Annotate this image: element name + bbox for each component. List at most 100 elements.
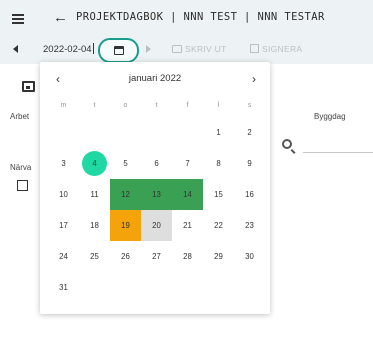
weekday-header: t — [93, 102, 96, 109]
calendar-day-number: 31 — [59, 283, 68, 292]
byggdag-label: Byggdag — [314, 112, 346, 121]
calendar-day[interactable]: 21 — [172, 210, 203, 241]
print-button[interactable]: SKRIV UT — [172, 44, 227, 54]
sign-icon — [250, 44, 259, 53]
calendar-month-label: januari 2022 — [128, 73, 182, 84]
arbete-label: Arbet — [10, 112, 30, 121]
calendar-day-number: 28 — [183, 252, 192, 261]
narvaro-label: Närva — [10, 163, 32, 172]
calendar-day[interactable]: 19 — [110, 210, 141, 241]
calendar-day-number: 9 — [247, 159, 252, 168]
search-icon[interactable] — [282, 139, 292, 149]
calendar-day[interactable]: 1 — [203, 117, 234, 148]
next-month-icon[interactable]: › — [252, 72, 256, 86]
calendar-day-number: 21 — [183, 221, 192, 230]
calendar-day[interactable]: 20 — [141, 210, 172, 241]
narvaro-checkbox[interactable] — [17, 180, 28, 191]
date-picker-popup: ‹ januari 2022 › m t o t f l s 1 2 3 4 5 6 7 8 9 10 11 12 1… — [40, 62, 270, 314]
calendar-day-number: 4 — [82, 151, 107, 176]
weekday-header: s — [247, 102, 252, 109]
calendar-day[interactable]: 11 — [79, 179, 110, 210]
calendar-day-number: 14 — [183, 190, 192, 199]
calendar-day-number: 27 — [152, 252, 161, 261]
calendar-day-number: 29 — [214, 252, 223, 261]
calendar-day-number: 25 — [90, 252, 99, 261]
calendar-day[interactable]: 30 — [234, 241, 265, 272]
search-input-underline — [303, 152, 373, 153]
weekday-header: l — [217, 102, 220, 109]
calendar-day[interactable]: 2 — [234, 117, 265, 148]
calendar-day[interactable]: 24 — [48, 241, 79, 272]
sign-label: SIGNERA — [262, 44, 303, 54]
calendar-day[interactable]: 23 — [234, 210, 265, 241]
hamburger-menu-icon[interactable] — [12, 14, 24, 24]
calendar-day[interactable]: 31 — [48, 272, 79, 303]
calendar-day-number: 5 — [123, 159, 128, 168]
calendar-day[interactable]: 9 — [234, 148, 265, 179]
calendar-day-number: 6 — [154, 159, 159, 168]
weekday-header: o — [123, 102, 128, 109]
calendar-day-number: 26 — [121, 252, 130, 261]
calendar-day-number: 10 — [59, 190, 68, 199]
calendar-day-number: 7 — [185, 159, 190, 168]
previous-day-icon[interactable] — [13, 45, 18, 53]
photo-gallery-icon[interactable] — [22, 81, 35, 92]
calendar-day-number: 20 — [152, 221, 161, 230]
calendar-day[interactable]: 3 — [48, 148, 79, 179]
calendar-day[interactable]: 29 — [203, 241, 234, 272]
calendar-day[interactable]: 14 — [172, 179, 203, 210]
calendar-day-number: 15 — [214, 190, 223, 199]
calendar-day[interactable]: 25 — [79, 241, 110, 272]
calendar-day-number: 23 — [245, 221, 254, 230]
calendar-day-number: 2 — [247, 128, 252, 137]
calendar-day[interactable]: 6 — [141, 148, 172, 179]
calendar-day-number: 17 — [59, 221, 68, 230]
calendar-day-number: 12 — [121, 190, 130, 199]
empty-day-cell — [110, 117, 141, 148]
calendar-day-number: 8 — [216, 159, 221, 168]
calendar-day-number: 30 — [245, 252, 254, 261]
empty-day-cell — [48, 117, 79, 148]
calendar-day[interactable]: 16 — [234, 179, 265, 210]
calendar-day[interactable]: 12 — [110, 179, 141, 210]
calendar-day[interactable]: 5 — [110, 148, 141, 179]
back-arrow-icon[interactable]: ← — [53, 9, 68, 27]
calendar-day-number: 18 — [90, 221, 99, 230]
date-value: 2022-02-04 — [43, 44, 92, 55]
calendar-day[interactable]: 18 — [79, 210, 110, 241]
calendar-day[interactable]: 22 — [203, 210, 234, 241]
calendar-day[interactable]: 28 — [172, 241, 203, 272]
calendar-day[interactable]: 15 — [203, 179, 234, 210]
calendar-day[interactable]: 17 — [48, 210, 79, 241]
calendar-day-number: 1 — [216, 128, 221, 137]
calendar-day-number: 24 — [59, 252, 68, 261]
empty-day-cell — [141, 117, 172, 148]
printer-icon — [172, 45, 182, 53]
weekday-header: t — [155, 102, 158, 109]
page-title: PROJEKTDAGBOK | NNN TEST | NNN TESTAR — [76, 11, 325, 23]
calendar-day-number: 11 — [90, 190, 99, 199]
text-caret — [92, 43, 94, 54]
calendar-day[interactable]: 10 — [48, 179, 79, 210]
weekday-header: f — [186, 102, 189, 109]
calendar-day-today[interactable]: 4 — [79, 148, 110, 179]
empty-day-cell — [79, 117, 110, 148]
calendar-day[interactable]: 7 — [172, 148, 203, 179]
next-day-icon[interactable] — [146, 45, 151, 53]
calendar-day[interactable]: 13 — [141, 179, 172, 210]
calendar-day[interactable]: 27 — [141, 241, 172, 272]
empty-day-cell — [172, 117, 203, 148]
calendar-day[interactable]: 26 — [110, 241, 141, 272]
calendar-day-number: 19 — [121, 221, 130, 230]
calendar-day-number: 16 — [245, 190, 254, 199]
app-header: ← PROJEKTDAGBOK | NNN TEST | NNN TESTAR — [0, 0, 373, 36]
date-input[interactable]: 2022-02-04 — [43, 43, 94, 56]
calendar-button[interactable] — [98, 38, 139, 63]
sign-button[interactable]: SIGNERA — [250, 44, 302, 54]
calendar-day-number: 22 — [214, 221, 223, 230]
date-toolbar: 2022-02-04 SKRIV UT SIGNERA — [0, 36, 373, 64]
calendar-day-grid: m t o t f l s 1 2 3 4 5 6 7 8 9 10 11 12 13 14 15 16 17 18 19 20 21… — [48, 94, 265, 303]
calendar-day[interactable]: 8 — [203, 148, 234, 179]
calendar-icon — [114, 46, 124, 55]
calendar-day-number: 3 — [61, 159, 66, 168]
